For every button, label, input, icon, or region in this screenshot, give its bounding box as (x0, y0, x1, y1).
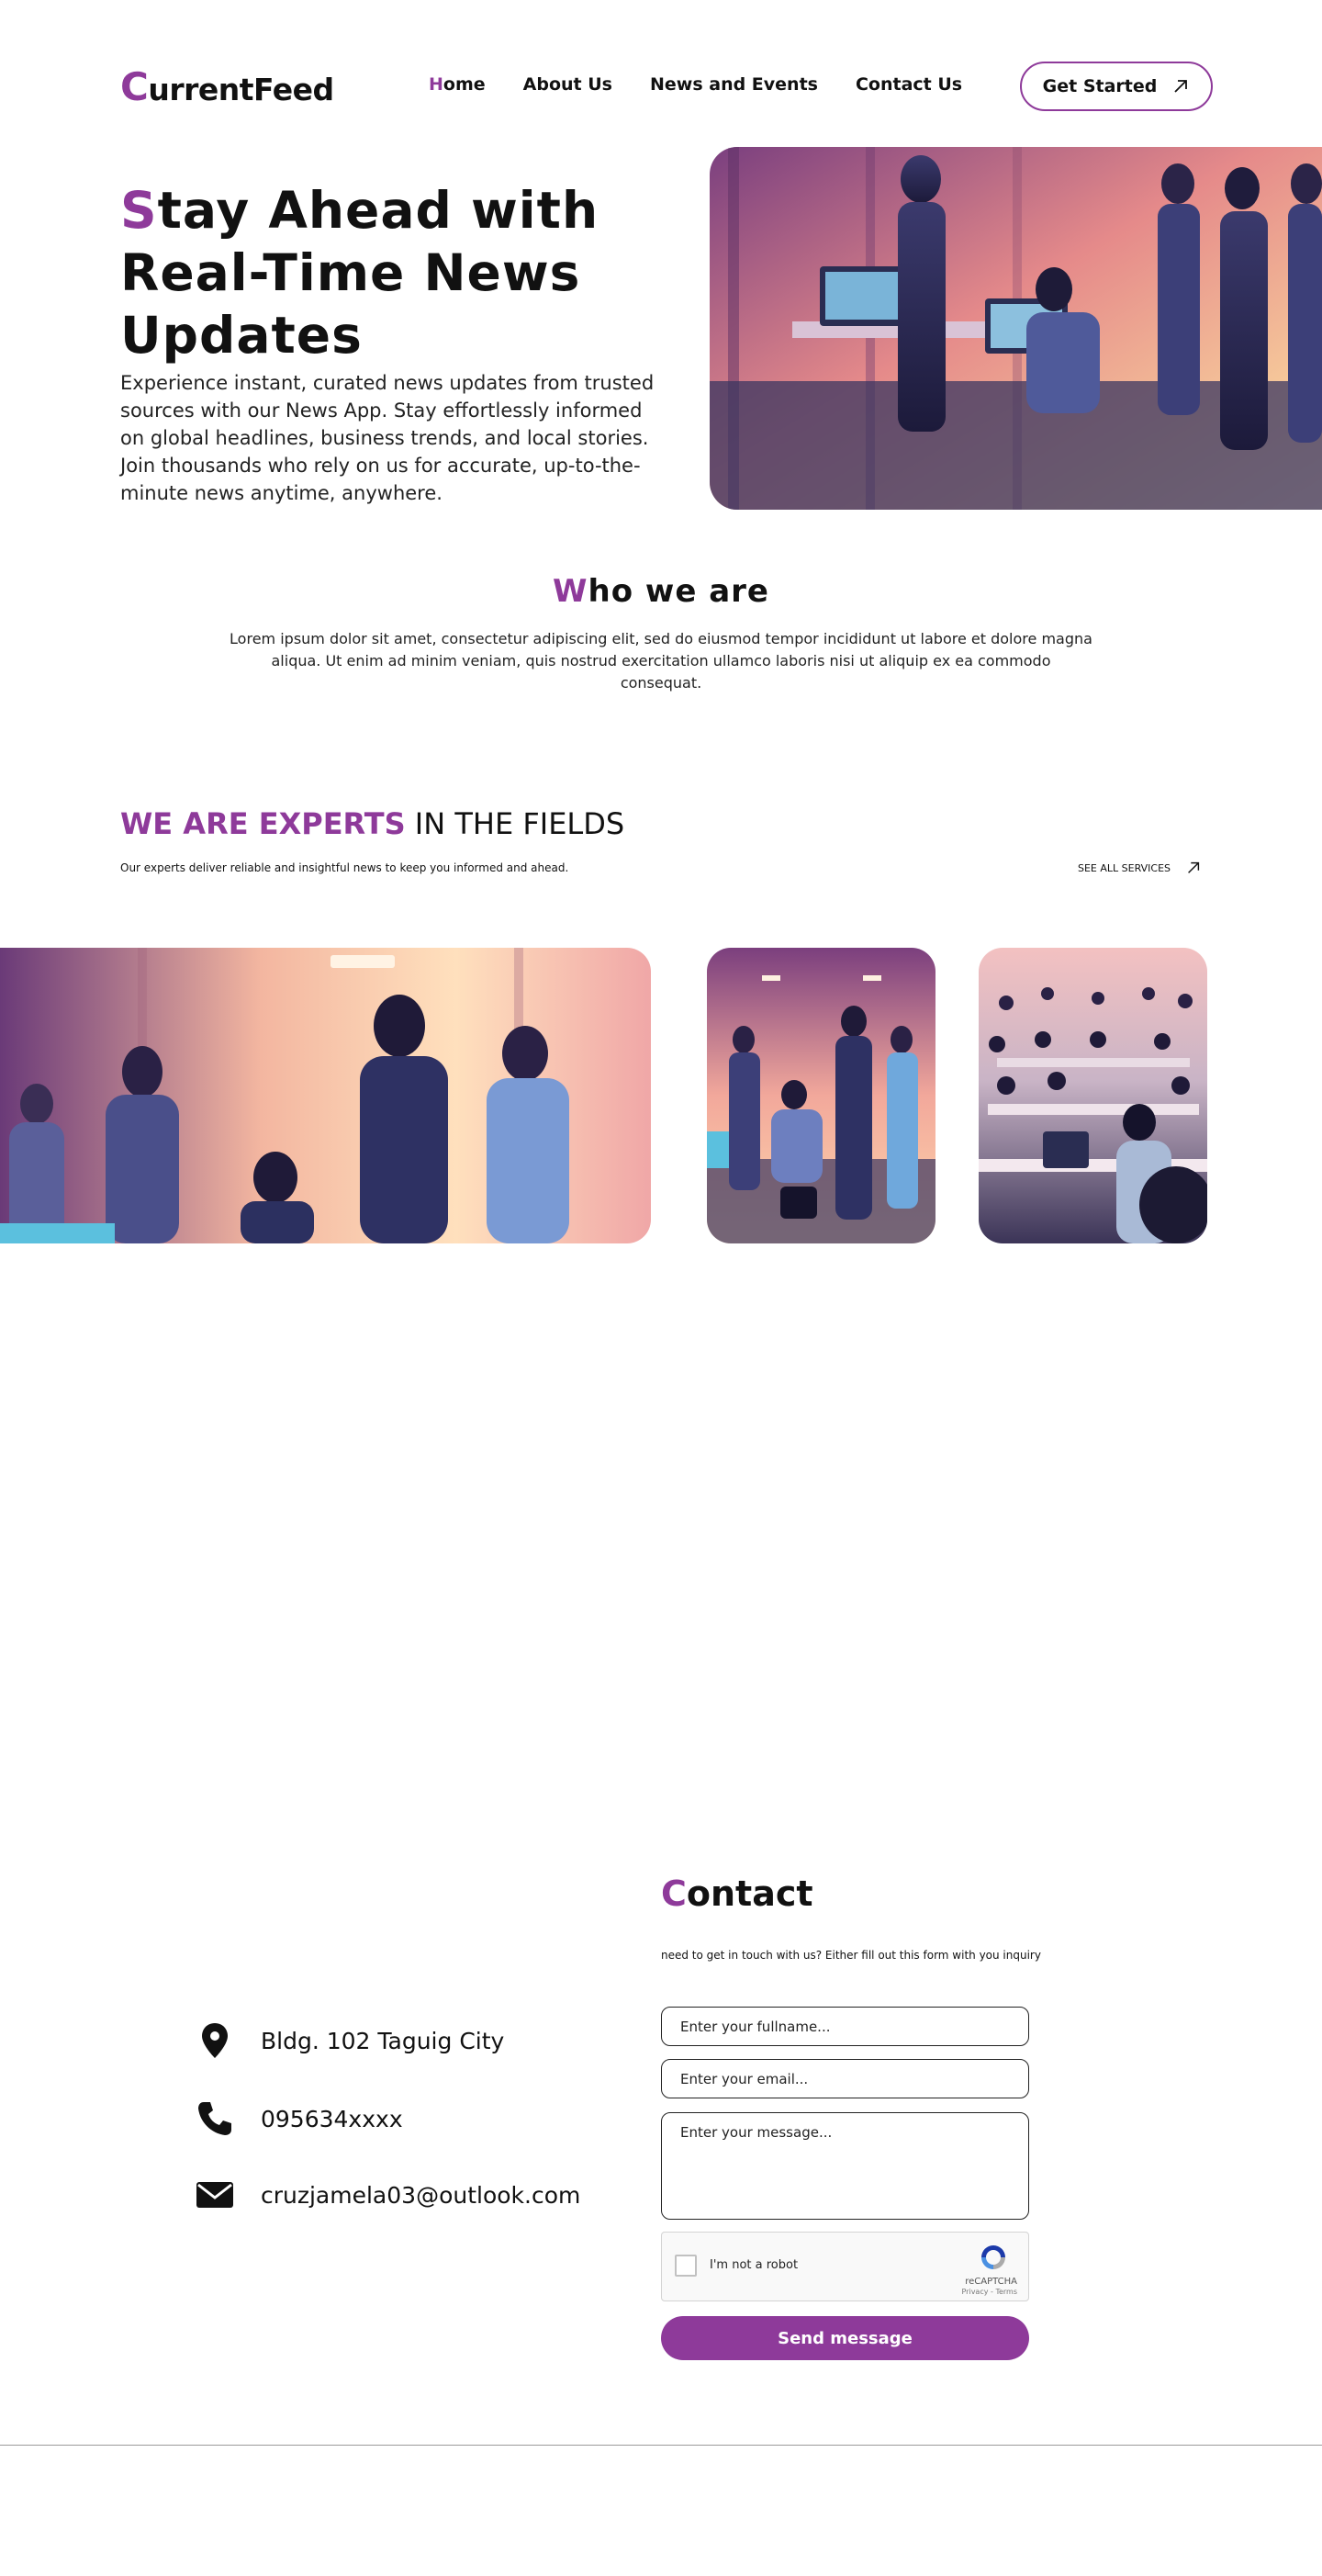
hero-title-text: tay Ahead with Real-Time News Updates (120, 181, 599, 365)
recaptcha-label: I'm not a robot (710, 2258, 799, 2272)
who-we-are-description: Lorem ipsum dolor sit amet, consectetur … (230, 630, 1092, 692)
phone-text: 095634xxxx (261, 2105, 403, 2132)
message-textarea[interactable] (661, 2112, 1029, 2220)
fullname-input[interactable] (661, 2007, 1029, 2046)
address-text: Bldg. 102 Taguig City (261, 2027, 505, 2054)
contact-title: Contact (661, 1873, 813, 1914)
contact-title-text: ontact (686, 1873, 813, 1914)
see-all-services-link[interactable]: SEE ALL SERVICES (1078, 860, 1202, 876)
hero-office-illustration (710, 147, 1322, 510)
location-pin-icon (202, 2023, 228, 2058)
recaptcha-widget: I'm not a robot reCAPTCHA Privacy - Term… (661, 2232, 1029, 2301)
contact-email: cruzjamela03@outlook.com (195, 2175, 580, 2215)
brand-initial: C (120, 64, 149, 109)
brand-logo[interactable]: CurrentFeed (120, 64, 334, 109)
email-text: cruzjamela03@outlook.com (261, 2181, 581, 2209)
hero-title: Stay Ahead with Real-Time News Updates (120, 179, 671, 366)
who-we-are-title: Who we are (0, 573, 1322, 610)
get-started-label: Get Started (1042, 76, 1158, 96)
see-all-services-label: SEE ALL SERVICES (1078, 861, 1171, 874)
nav-about[interactable]: About Us (523, 74, 612, 95)
main-nav: Home About Us News and Events Contact Us (429, 74, 962, 95)
recaptcha-checkbox[interactable] (675, 2255, 697, 2277)
email-input[interactable] (661, 2059, 1029, 2098)
nav-home[interactable]: Home (429, 74, 486, 95)
experts-title: WE ARE EXPERTS IN THE FIELDS (120, 806, 624, 841)
experts-title-accent: WE ARE EXPERTS (120, 806, 406, 841)
experts-subtitle: Our experts deliver reliable and insight… (120, 861, 569, 874)
recaptcha-icon (981, 2245, 1005, 2269)
recaptcha-brand: reCAPTCHA (965, 2277, 1017, 2287)
contact-phone: 095634xxxx (195, 2098, 403, 2139)
expert-card-image-3[interactable] (979, 948, 1207, 1243)
expert-card-image-2[interactable] (707, 948, 935, 1243)
experts-title-rest: IN THE FIELDS (405, 806, 625, 841)
nav-home-initial: H (429, 74, 443, 95)
contact-address: Bldg. 102 Taguig City (195, 2020, 504, 2061)
footer-divider (0, 2445, 1322, 2446)
contact-subtitle: need to get in touch with us? Either fil… (661, 1949, 1041, 1962)
hero-title-initial: S (120, 181, 158, 240)
who-title-text: ho we are (588, 573, 769, 610)
nav-home-label: ome (443, 74, 486, 95)
brand-name: urrentFeed (148, 72, 334, 107)
nav-contact[interactable]: Contact Us (856, 74, 962, 95)
arrow-up-right-icon (1174, 80, 1188, 93)
recaptcha-terms-link[interactable]: Privacy - Terms (962, 2288, 1018, 2296)
contact-title-initial: C (661, 1873, 687, 1914)
get-started-button[interactable]: Get Started (1020, 62, 1213, 111)
hero-description: Experience instant, curated news updates… (120, 372, 655, 504)
nav-news-events[interactable]: News and Events (650, 74, 818, 95)
phone-icon (198, 2102, 231, 2135)
arrow-up-right-icon (1188, 861, 1200, 873)
send-message-button[interactable]: Send message (661, 2316, 1029, 2360)
expert-card-image-1[interactable] (0, 948, 651, 1243)
who-title-initial: W (553, 573, 588, 610)
envelope-icon (196, 2182, 233, 2208)
